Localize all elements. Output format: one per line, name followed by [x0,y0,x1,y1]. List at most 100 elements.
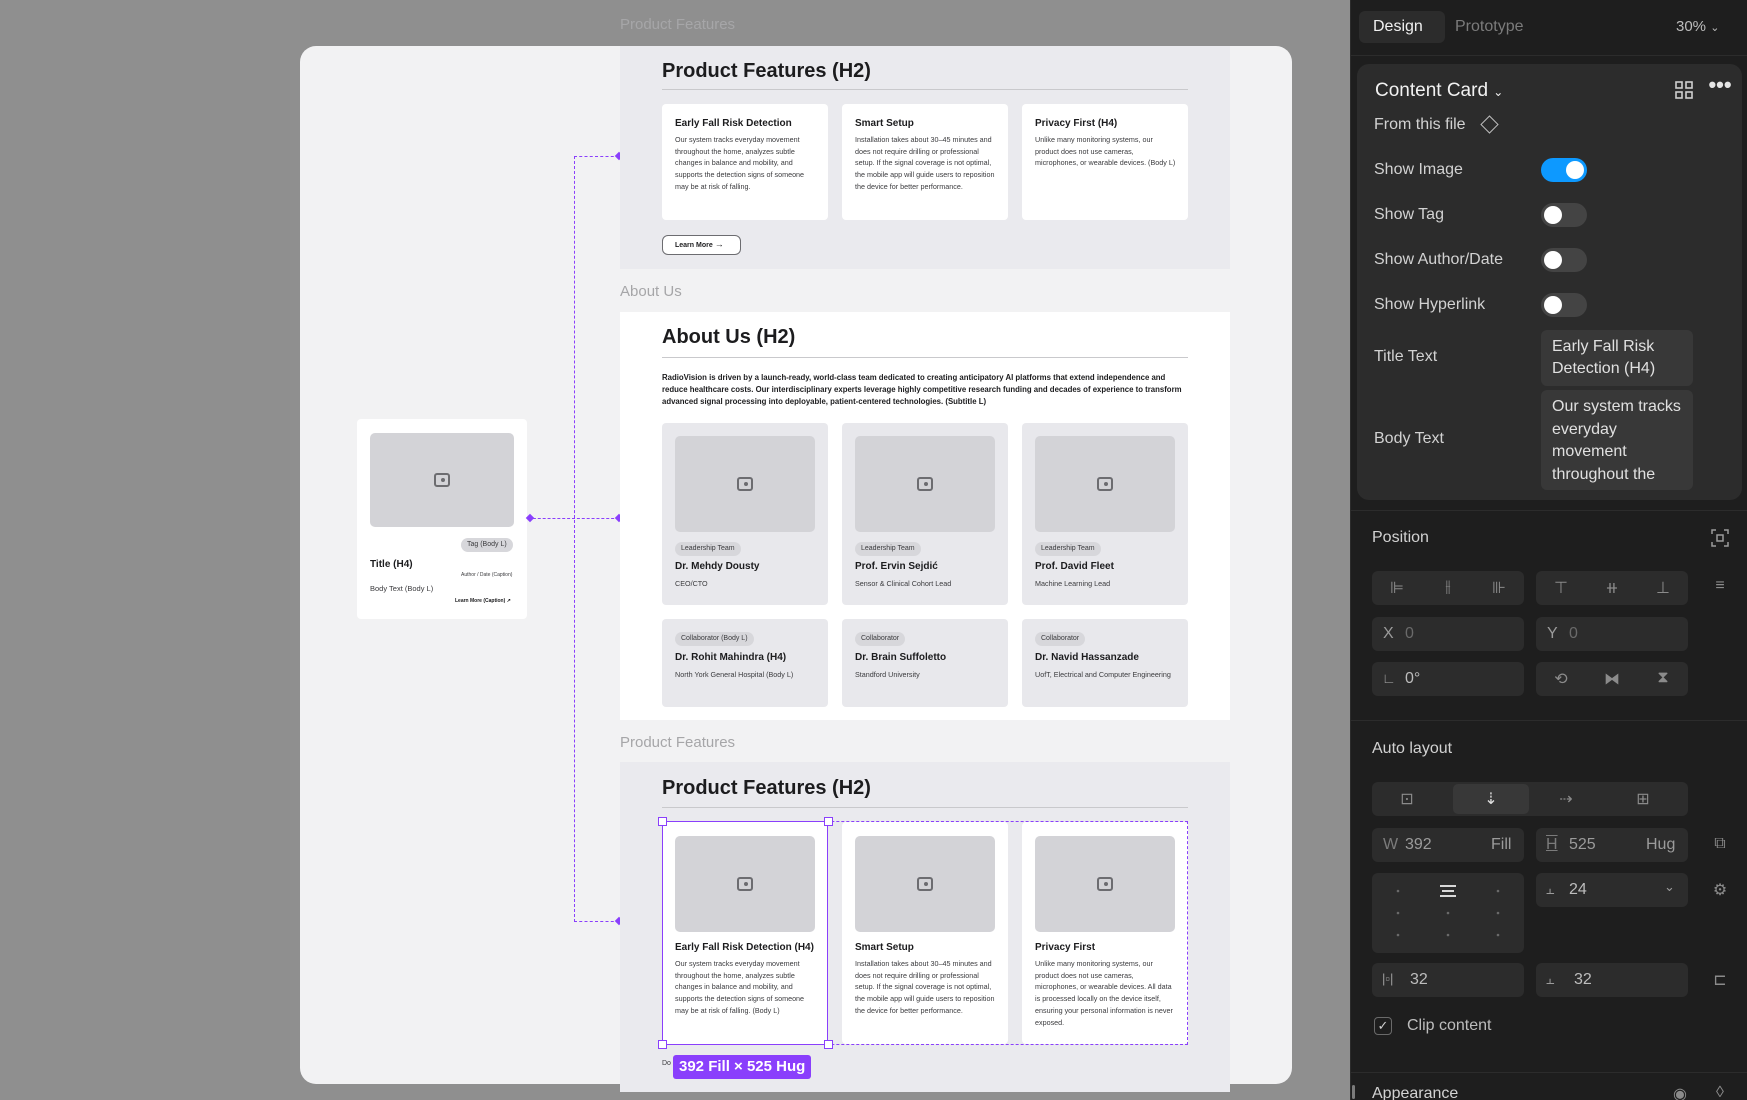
connector-line [574,921,619,922]
horizontal-padding-field[interactable]: |▫| 32 [1372,963,1524,997]
component-name: Content Card [1375,80,1489,101]
layout-direction-group: ⊡ ⇣ ⇢ ⊞ [1372,782,1688,816]
horizontal-padding-icon: |▫| [1382,971,1394,986]
canvas[interactable]: Product Features Tag (Body L) Title (H4)… [0,0,1350,1100]
show-hyperlink-toggle[interactable] [1541,293,1587,317]
rotation-field[interactable]: ∟ 0° [1372,662,1524,696]
scrollbar[interactable] [1352,1085,1355,1099]
show-tag-toggle[interactable] [1541,203,1587,227]
title-text-field[interactable]: Early Fall Risk Detection (H4) [1541,330,1693,386]
collaborator-card[interactable]: Collaborator Dr. Brain Suffoletto Standf… [842,619,1008,707]
author-date: Author / Date (Caption) [461,572,513,578]
align-right-icon[interactable]: ⊪ [1484,578,1514,598]
team-card[interactable]: Leadership Team Prof. Ervin Sejdić Senso… [842,423,1008,605]
individual-padding-icon[interactable]: ⊏ [1709,970,1731,990]
more-options-icon[interactable]: ••• [1707,74,1733,100]
appearance-heading: Appearance [1372,1085,1459,1100]
align-bottom-icon[interactable]: ⊥ [1648,578,1678,598]
learn-more-button[interactable]: Learn More → [662,235,741,255]
flip-horizontal-icon[interactable]: ⧓ [1597,669,1627,689]
height-field[interactable]: H 525 Hug [1536,828,1688,862]
h-mode[interactable]: Hug [1646,836,1675,854]
tab-design[interactable]: Design [1359,11,1445,43]
x-position-field[interactable]: X 0 [1372,617,1524,651]
align-center-h-icon[interactable]: ⫲ [1433,578,1463,596]
gap-field[interactable]: ⫠ 24 ⌄ [1536,873,1688,907]
collaborator-card[interactable]: Collaborator (Body L) Dr. Rohit Mahindra… [662,619,828,707]
person-role: North York General Hospital (Body L) [675,670,794,679]
learn-more-link[interactable]: Learn More (Caption) ↗ [455,598,511,604]
person-name: Prof. David Fleet [1035,561,1114,572]
feature-card[interactable]: Privacy First (H4) Unlike many monitorin… [1022,104,1188,220]
card-title: Privacy First (H4) [1035,118,1118,129]
align-middle-icon[interactable]: ⧺ [1597,578,1627,598]
flip-vertical-icon[interactable]: ⧗ [1648,669,1678,687]
tab-prototype[interactable]: Prototype [1455,18,1523,36]
y-position-field[interactable]: Y 0 [1536,617,1688,651]
team-card[interactable]: Leadership Team Prof. David Fleet Machin… [1022,423,1188,605]
about-intro: RadioVision is driven by a launch-ready,… [662,373,1182,407]
rotate-icon[interactable]: ⟲ [1546,669,1576,689]
component-master-card[interactable]: Tag (Body L) Title (H4) Author / Date (C… [357,419,527,619]
resize-to-fit-icon[interactable]: ⧉ [1709,835,1731,853]
below-text: Do [662,1060,671,1067]
about-us-section[interactable]: About Us (H2) RadioVision is driven by a… [620,312,1230,720]
show-author-date-toggle[interactable] [1541,248,1587,272]
size-badge: 392 Fill × 525 Hug [673,1055,812,1079]
component-instance-box: Content Card ⌄ ••• From this file Show I… [1357,64,1742,500]
grid-icon[interactable] [1673,80,1695,102]
resize-handle[interactable] [824,1040,833,1049]
horizontal-layout-icon[interactable]: ⇢ [1551,789,1581,809]
vertical-layout-button[interactable]: ⇣ [1453,784,1529,814]
person-role: Sensor & Clinical Cohort Lead [855,579,952,588]
feature-card[interactable]: Smart Setup Installation takes about 30–… [842,104,1008,220]
alignment-grid[interactable] [1372,873,1524,953]
align-top-icon[interactable]: ⊤ [1546,578,1576,598]
resize-handle[interactable] [824,817,833,826]
card-body: Unlike many monitoring systems, our prod… [1035,135,1176,168]
product-features-section-top[interactable]: Product Features (H2) Early Fall Risk De… [620,46,1230,269]
freeform-layout-icon[interactable]: ⊡ [1392,789,1422,809]
grid-layout-icon[interactable]: ⊞ [1628,789,1658,809]
tab-design-label: Design [1373,18,1423,35]
body-text-field[interactable]: Our system tracks everyday movement thro… [1541,390,1693,490]
component-name-dropdown[interactable]: Content Card ⌄ [1375,80,1503,102]
eye-icon[interactable]: ◉ [1669,1084,1691,1100]
width-field[interactable]: W 392 Fill [1372,828,1524,862]
heading-divider [662,357,1188,358]
prop-label: Show Hyperlink [1374,296,1486,313]
learn-more-label: Learn More (Caption) [455,598,506,604]
w-value: 392 [1405,836,1432,853]
section-label-product-features-top[interactable]: Product Features [620,16,735,33]
team-card[interactable]: Leadership Team Dr. Mehdy Dousty CEO/CTO [662,423,828,605]
collaborator-card[interactable]: Collaborator Dr. Navid Hassanzade UofT, … [1022,619,1188,707]
feature-card[interactable]: Early Fall Risk Detection Our system tra… [662,104,828,220]
w-mode[interactable]: Fill [1491,836,1511,854]
learn-more-label: Learn More [675,242,713,249]
person-name: Dr. Mehdy Dousty [675,561,760,572]
resize-handle[interactable] [658,817,667,826]
section-label-about-us[interactable]: About Us [620,283,682,300]
layout-settings-icon[interactable]: ⚙ [1709,880,1731,900]
distribute-icon[interactable]: ≡ [1709,577,1731,595]
clip-content-checkbox[interactable]: ✓ [1374,1017,1392,1035]
prop-label: Show Image [1374,161,1463,178]
resize-handle[interactable] [658,1040,667,1049]
selection-box[interactable] [662,821,828,1045]
body-text-label: Body Text [1374,430,1444,447]
focus-frame-icon[interactable] [1709,528,1731,550]
person-role: Machine Learning Lead [1035,579,1111,588]
vertical-padding-field[interactable]: ⫠ 32 [1536,963,1688,997]
tag-pill: Collaborator [855,632,906,646]
section-label-product-features-bottom[interactable]: Product Features [620,734,735,751]
zoom-value: 30% [1676,18,1707,35]
align-left-icon[interactable]: ⊫ [1382,578,1412,598]
component-diamond-icon[interactable] [1480,115,1499,134]
card-title: Title (H4) [370,559,413,570]
droplet-icon[interactable]: ◊ [1709,1084,1731,1100]
chevron-down-icon[interactable]: ⌄ [1664,879,1675,895]
title-text-label: Title Text [1374,348,1438,365]
person-name: Prof. Ervin Sejdić [855,561,938,572]
show-image-toggle[interactable] [1541,158,1587,182]
zoom-dropdown[interactable]: 30% ⌄ [1676,18,1719,35]
